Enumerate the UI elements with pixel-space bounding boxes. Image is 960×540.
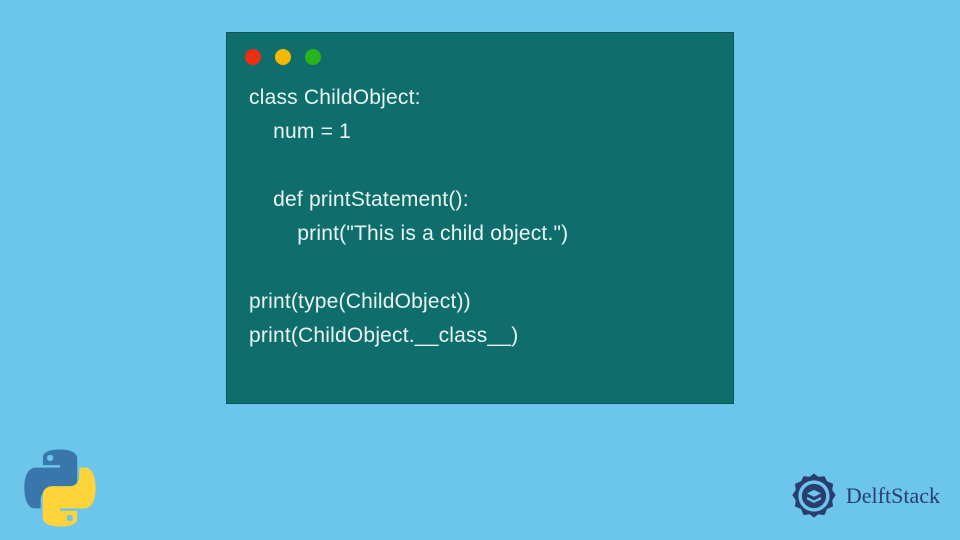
maximize-icon [305,49,321,65]
code-line: class ChildObject: [249,86,421,109]
delftstack-logo: DelftStack [788,470,940,522]
code-line: def printStatement(): [249,188,469,211]
close-icon [245,49,261,65]
window-controls [227,33,733,73]
code-line: print(type(ChildObject)) [249,290,471,313]
code-window: class ChildObject: num = 1 def printStat… [226,32,734,404]
minimize-icon [275,49,291,65]
code-line: num = 1 [249,120,351,143]
code-line: print("This is a child object.") [249,222,568,245]
python-logo-icon [20,448,100,528]
delft-gear-icon [788,470,840,522]
code-line: print(ChildObject.__class__) [249,324,518,347]
code-body: class ChildObject: num = 1 def printStat… [227,73,733,371]
brand-name: DelftStack [846,483,940,509]
